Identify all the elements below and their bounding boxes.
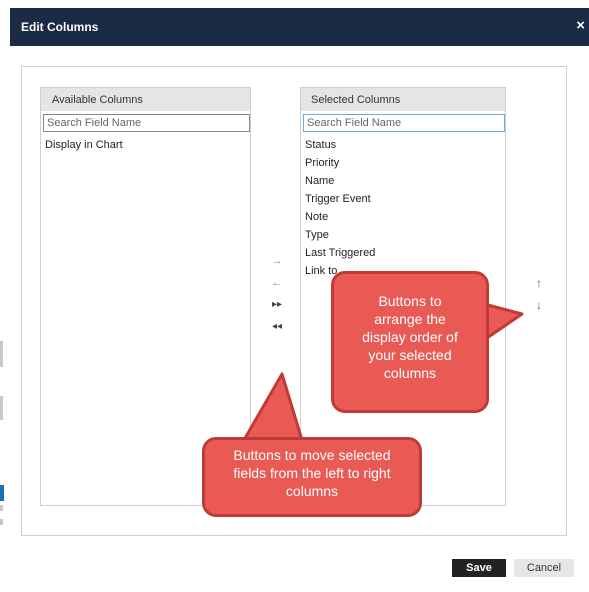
background-divider <box>0 519 3 525</box>
order-buttons: ↑ ↓ <box>531 272 547 316</box>
cancel-button[interactable]: Cancel <box>514 559 574 577</box>
move-left-icon[interactable]: ← <box>267 272 287 294</box>
background-divider <box>0 505 3 511</box>
move-all-left-icon[interactable]: ◂◂ <box>267 316 287 338</box>
available-search-input[interactable] <box>43 114 250 132</box>
callout-line: arrange the <box>374 311 446 327</box>
selected-search-input[interactable] <box>303 114 505 132</box>
dialog-title: Edit Columns <box>21 20 99 34</box>
list-item[interactable]: Display in Chart <box>45 136 250 154</box>
callout-move-buttons: Buttons to move selected fields from the… <box>202 437 422 517</box>
move-up-icon[interactable]: ↑ <box>531 272 547 294</box>
available-columns-header: Available Columns <box>41 88 250 111</box>
list-item[interactable]: Type <box>305 226 505 244</box>
background-page-strip <box>0 0 10 592</box>
move-right-icon[interactable]: → <box>267 250 287 272</box>
selected-items: Status Priority Name Trigger Event Note … <box>301 136 505 280</box>
callout-line: columns <box>383 365 437 381</box>
close-icon[interactable]: × <box>576 17 585 35</box>
background-accent <box>0 485 4 501</box>
background-divider <box>0 341 3 367</box>
list-item[interactable]: Status <box>305 136 505 154</box>
available-items: Display in Chart <box>41 136 250 154</box>
callout-line: Buttons to <box>378 293 442 309</box>
callout-line: your selected <box>368 347 452 363</box>
move-all-right-icon[interactable]: ▸▸ <box>267 294 287 316</box>
list-item[interactable]: Priority <box>305 154 505 172</box>
callout-line: Buttons to move selected <box>233 447 391 463</box>
selected-columns-header: Selected Columns <box>301 88 505 111</box>
move-down-icon[interactable]: ↓ <box>531 294 547 316</box>
background-divider <box>0 396 3 420</box>
callout-line: fields from the left to right <box>233 465 391 481</box>
list-item[interactable]: Note <box>305 208 505 226</box>
callout-order-buttons: Buttons to arrange the display order of … <box>331 271 489 413</box>
list-item[interactable]: Name <box>305 172 505 190</box>
callout-line: columns <box>285 483 339 499</box>
callout-move-tail <box>242 372 304 442</box>
list-item[interactable]: Last Triggered <box>305 244 505 262</box>
move-buttons: → ← ▸▸ ◂◂ <box>267 250 287 338</box>
callout-line: display order of <box>362 329 458 345</box>
save-button[interactable]: Save <box>452 559 506 577</box>
list-item[interactable]: Trigger Event <box>305 190 505 208</box>
dialog-title-bar: Edit Columns × <box>10 8 589 46</box>
